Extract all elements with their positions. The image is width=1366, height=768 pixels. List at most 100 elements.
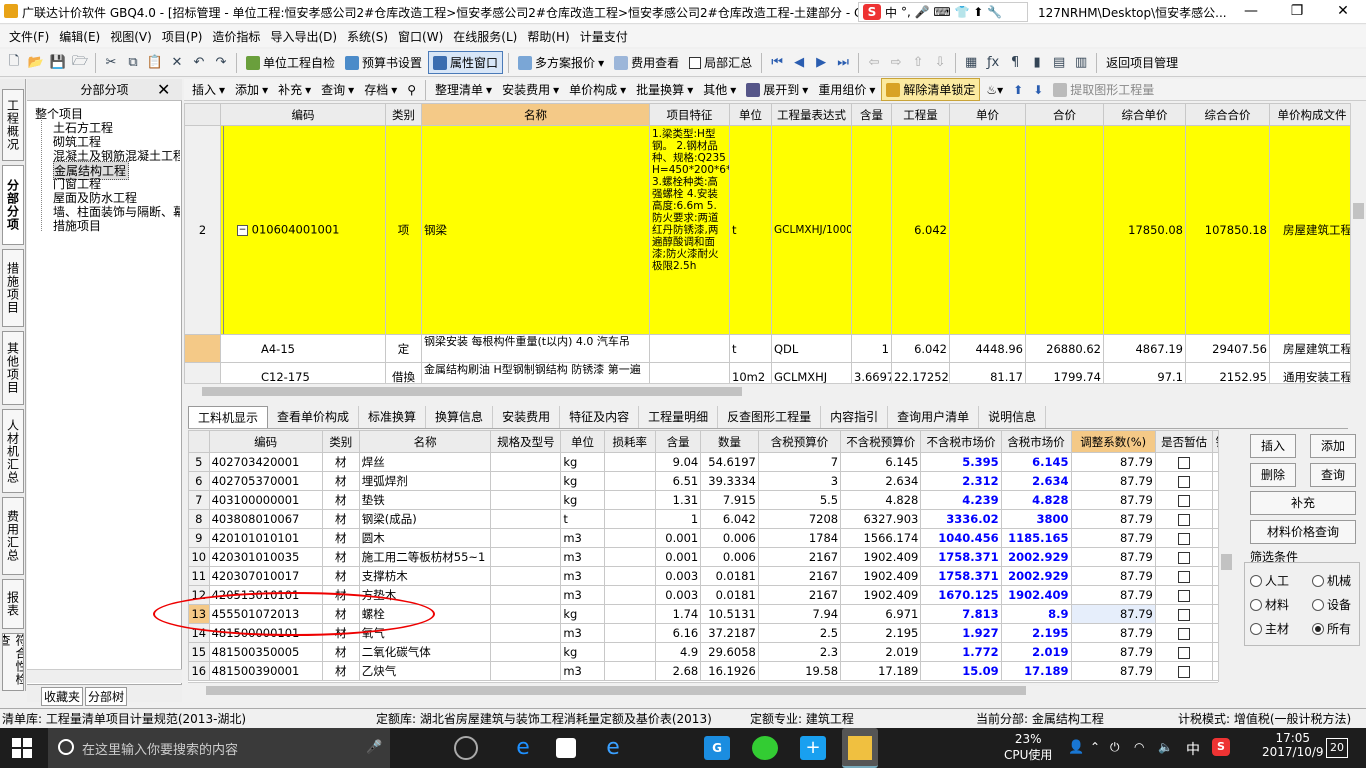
copy-icon[interactable]: ⧉ xyxy=(123,53,143,73)
unit-cell[interactable]: kg xyxy=(560,642,605,662)
adjust-factor-cell[interactable]: 87.79 xyxy=(1070,661,1156,681)
labor-vscroll[interactable] xyxy=(1218,430,1234,682)
content-cell[interactable]: 9.04 xyxy=(654,452,702,472)
store-icon[interactable] xyxy=(556,738,576,758)
paragraph-icon[interactable]: ¶ xyxy=(1005,53,1025,73)
tax-market-price-cell[interactable]: 2.634 xyxy=(1000,471,1072,491)
table-row[interactable]: 11 420307010017 材支撑枋木 m3 0.003 0.0181 2167 1902… xyxy=(188,566,1218,586)
arrow-left-icon[interactable]: ⇦ xyxy=(864,53,884,73)
table-row[interactable]: 6 402705370001 材埋弧焊剂 kg 6.51 39.3334 3 2.634 2.3… xyxy=(188,471,1218,491)
provisional-checkbox[interactable] xyxy=(1178,570,1191,583)
notax-budget-price-cell[interactable]: 2.634 xyxy=(840,471,922,491)
provisional-checkbox[interactable] xyxy=(1178,627,1191,640)
menu-file[interactable]: 文件(F) xyxy=(4,28,54,45)
tab-user-list-query[interactable]: 查询用户清单 xyxy=(888,406,980,428)
col-header[interactable]: 含税预算价 xyxy=(757,430,842,453)
qty-cell[interactable]: 37.2187 xyxy=(700,623,759,643)
col-header[interactable]: 编码 xyxy=(220,103,386,126)
arrow-down-icon[interactable]: ⇩ xyxy=(930,53,950,73)
provisional-checkbox[interactable] xyxy=(1178,608,1191,621)
menu-system[interactable]: 系统(S) xyxy=(342,28,393,45)
multi-plan-button[interactable]: 多方案报价 ▾ xyxy=(514,52,608,73)
provisional-checkbox[interactable] xyxy=(1178,589,1191,602)
code-cell[interactable]: 420301010035 xyxy=(208,547,323,567)
content-cell[interactable]: 0.001 xyxy=(654,528,702,548)
unit-composite-price-cell[interactable]: 4867.19 xyxy=(1103,334,1186,363)
price-cell[interactable]: 4448.96 xyxy=(949,334,1026,363)
content-cell[interactable]: 0.003 xyxy=(654,585,702,605)
tab-compliance-check[interactable]: 符合性检查 xyxy=(2,633,24,691)
supplement-material-button[interactable]: 补充 xyxy=(1250,491,1356,515)
tax-market-price-cell[interactable]: 1185.165 xyxy=(1000,528,1072,548)
adjust-factor-cell[interactable]: 87.79 xyxy=(1070,509,1156,529)
code-cell[interactable]: 402705370001 xyxy=(208,471,323,491)
tax-budget-price-cell[interactable]: 7208 xyxy=(757,509,842,529)
col-header[interactable]: 含量 xyxy=(851,103,892,126)
gbq-active-icon[interactable] xyxy=(842,728,878,768)
task-view-icon[interactable] xyxy=(454,736,478,760)
scroll-thumb[interactable] xyxy=(1353,203,1364,219)
edge-icon[interactable]: e xyxy=(510,736,536,760)
self-check-button[interactable]: 单位工程自检 xyxy=(242,52,339,73)
content-cell[interactable]: 0.001 xyxy=(654,547,702,567)
redo-icon[interactable]: ↷ xyxy=(211,53,231,73)
price-cell[interactable] xyxy=(949,125,1026,335)
spec-cell[interactable] xyxy=(490,509,562,529)
volume-icon[interactable]: 🔈 xyxy=(1158,740,1173,754)
spec-cell[interactable] xyxy=(490,452,562,472)
labor-hscroll[interactable] xyxy=(188,682,1218,698)
tax-budget-price-cell[interactable]: 2.3 xyxy=(757,642,842,662)
table-icon[interactable]: ▥ xyxy=(1071,53,1091,73)
collapse-icon[interactable]: − xyxy=(237,224,248,236)
tab-feature-content[interactable]: 特征及内容 xyxy=(560,406,640,428)
col-header[interactable]: 单位 xyxy=(560,430,605,453)
tab-fee-summary[interactable]: 费用汇总 xyxy=(2,497,24,575)
install-fee-button[interactable]: 安装费用 ▾ xyxy=(498,79,563,100)
unit-cell[interactable]: t xyxy=(729,334,772,363)
type-cell[interactable]: 材 xyxy=(321,528,360,548)
qty-cell[interactable]: 6.042 xyxy=(891,125,950,335)
name-cell[interactable]: 支撑枋木 xyxy=(358,566,492,586)
type-cell[interactable]: 材 xyxy=(321,471,360,491)
name-cell[interactable]: 乙炔气 xyxy=(358,661,492,681)
type-cell[interactable]: 材 xyxy=(321,509,360,529)
notax-market-price-cell[interactable]: 1.772 xyxy=(920,642,1002,662)
col-header[interactable]: 类别 xyxy=(385,103,422,126)
unlock-list-button[interactable]: 解除清单锁定 xyxy=(881,78,981,101)
other-button[interactable]: 其他 ▾ xyxy=(699,79,740,100)
query-material-button[interactable]: 查询 xyxy=(1310,463,1356,487)
loss-rate-cell[interactable] xyxy=(603,604,656,624)
add-button[interactable]: 添加 ▾ xyxy=(231,79,272,100)
col-header[interactable]: 名称 xyxy=(358,430,492,453)
col-header[interactable]: 单价 xyxy=(949,103,1026,126)
windows-start-icon[interactable] xyxy=(12,738,32,758)
loss-rate-cell[interactable] xyxy=(603,547,656,567)
property-window-button[interactable]: 属性窗口 xyxy=(428,51,504,74)
tab-qty-detail[interactable]: 工程量明细 xyxy=(639,406,719,428)
ie-icon[interactable]: e xyxy=(600,736,626,760)
list-vscroll[interactable] xyxy=(1350,103,1366,383)
notax-budget-price-cell[interactable]: 1902.409 xyxy=(840,566,922,586)
menu-cost-index[interactable]: 造价指标 xyxy=(207,28,265,45)
price-file-cell[interactable]: 房屋建筑工程 xyxy=(1269,334,1350,363)
qty-cell[interactable]: 39.3334 xyxy=(700,471,759,491)
col-header[interactable]: 是否暂估 xyxy=(1154,430,1214,453)
content-cell[interactable]: 2.68 xyxy=(654,661,702,681)
tab-measures[interactable]: 措施项目 xyxy=(2,249,24,327)
tab-standard-convert[interactable]: 标准换算 xyxy=(359,406,427,428)
filter-machine-radio[interactable]: 机械 xyxy=(1312,572,1351,589)
provisional-cell[interactable] xyxy=(1154,623,1214,643)
table-row[interactable]: 9 420101010101 材圆木 m3 0.001 0.006 1784 1566.174… xyxy=(188,528,1218,548)
delete-material-button[interactable]: 删除 xyxy=(1250,463,1296,487)
unit-cell[interactable]: m3 xyxy=(560,547,605,567)
scroll-thumb[interactable] xyxy=(202,387,742,396)
spec-cell[interactable] xyxy=(490,604,562,624)
notax-budget-price-cell[interactable]: 2.019 xyxy=(840,642,922,662)
notax-market-price-cell[interactable]: 1758.371 xyxy=(920,566,1002,586)
menu-edit[interactable]: 编辑(E) xyxy=(54,28,105,45)
loss-rate-cell[interactable] xyxy=(603,642,656,662)
composite-total-cell[interactable]: 107850.18 xyxy=(1185,125,1270,335)
col-header[interactable]: 名称 xyxy=(421,103,650,126)
tax-market-price-cell[interactable]: 6.145 xyxy=(1000,452,1072,472)
notification-icon[interactable]: 20 xyxy=(1326,738,1348,758)
